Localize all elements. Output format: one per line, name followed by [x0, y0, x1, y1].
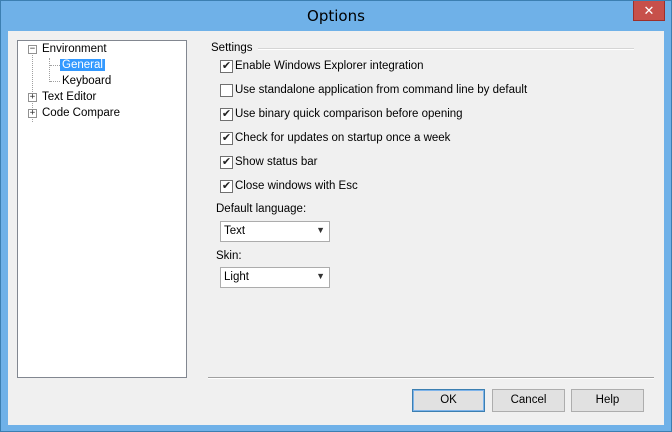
chevron-down-icon: ▼ [316, 271, 325, 281]
options-dialog: Options ✕ − Environment General Keyboard… [0, 0, 672, 432]
help-button[interactable]: Help [571, 389, 644, 412]
settings-divider [258, 48, 634, 50]
default-language-select[interactable]: Text ▼ [220, 221, 330, 242]
dialog-client-area: − Environment General Keyboard + Text Ed… [8, 31, 664, 425]
checkbox-label: Use binary quick comparison before openi… [235, 108, 463, 120]
tree-line [50, 65, 60, 66]
tree-item-general[interactable]: General [60, 57, 105, 73]
close-icon: ✕ [643, 3, 655, 18]
checkbox-label: Enable Windows Explorer integration [235, 60, 424, 72]
title-bar[interactable]: Options ✕ [1, 1, 671, 31]
checkbox-label: Show status bar [235, 156, 318, 168]
checkbox[interactable]: ✔ [220, 180, 233, 193]
tree-item-keyboard[interactable]: Keyboard [62, 73, 111, 89]
expand-icon[interactable]: + [28, 109, 37, 118]
default-language-value: Text [224, 225, 246, 237]
button-separator [208, 377, 654, 379]
tree-item-code-compare[interactable]: Code Compare [42, 105, 120, 121]
tree-line [50, 81, 60, 82]
settings-heading: Settings [211, 42, 253, 54]
skin-value: Light [224, 271, 249, 283]
checkbox[interactable]: ✔ [220, 108, 233, 121]
ok-button[interactable]: OK [412, 389, 485, 412]
checkbox-label: Use standalone application from command … [235, 84, 528, 96]
collapse-icon[interactable]: − [28, 45, 37, 54]
skin-label: Skin: [216, 250, 242, 262]
checkbox[interactable]: ✔ [220, 132, 233, 145]
window-title: Options [307, 7, 365, 25]
checkbox[interactable]: ✔ [220, 60, 233, 73]
tree-item-text-editor[interactable]: Text Editor [42, 89, 96, 105]
expand-icon[interactable]: + [28, 93, 37, 102]
tree-item-environment[interactable]: Environment [42, 41, 107, 57]
tree-line [49, 58, 50, 82]
cancel-button[interactable]: Cancel [492, 389, 565, 412]
close-button[interactable]: ✕ [633, 1, 665, 21]
default-language-label: Default language: [216, 203, 307, 215]
checkbox[interactable]: ✔ [220, 156, 233, 169]
chevron-down-icon: ▼ [316, 225, 325, 235]
skin-select[interactable]: Light ▼ [220, 267, 330, 288]
checkbox[interactable] [220, 84, 233, 97]
checkbox-label: Check for updates on startup once a week [235, 132, 451, 144]
tree-item-general-label: General [60, 59, 105, 71]
options-tree[interactable]: − Environment General Keyboard + Text Ed… [17, 40, 187, 378]
checkbox-label: Close windows with Esc [235, 180, 358, 192]
